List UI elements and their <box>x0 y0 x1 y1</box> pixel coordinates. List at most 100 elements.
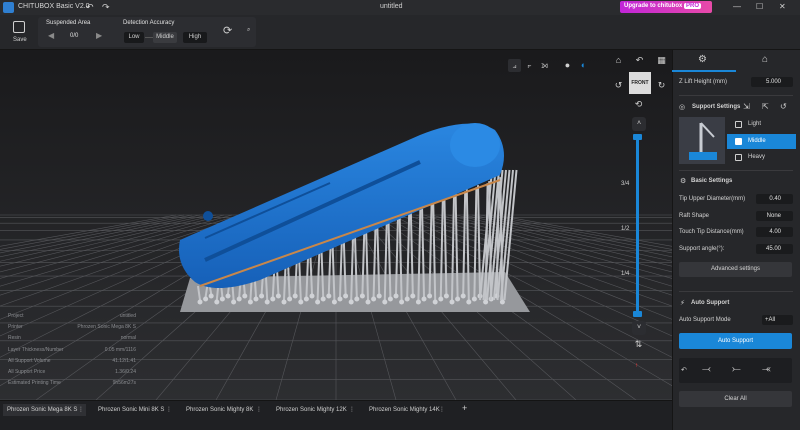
support-base <box>438 296 444 302</box>
support-tab-icon[interactable]: ⌂ <box>762 54 768 65</box>
viewport-3d[interactable]: Project untitled Printer Phrozen Sonic Mega… <box>0 50 672 400</box>
param-input[interactable]: 0.40 <box>756 194 793 204</box>
preset-light[interactable]: Light <box>727 117 796 132</box>
auto-support-mode-label: Auto Support Mode <box>679 317 731 323</box>
tab-menu-icon[interactable]: ⋮ <box>349 404 355 416</box>
reset-preset-icon[interactable]: ↺ <box>780 102 787 111</box>
info-label: All Support Price <box>8 369 46 375</box>
printer-tab-label: Phrozen Sonic Mini 8K S <box>98 407 165 413</box>
minimize-icon[interactable]: — <box>733 2 741 11</box>
axis-gizmo-icon: ⟊ <box>636 363 638 369</box>
param-input[interactable]: None <box>756 210 793 221</box>
param-label: Tip Upper Diameter(mm) <box>679 196 746 202</box>
printer-tab[interactable]: Phrozen Sonic Mighty 12K ⋮ <box>272 404 357 416</box>
front-view-cube[interactable]: FRONT <box>629 72 651 94</box>
refresh-icon[interactable]: ⟳ <box>223 24 232 37</box>
info-label: Layer Thickness/Number <box>8 346 64 353</box>
advanced-settings-button[interactable]: Advanced settings <box>679 262 792 277</box>
param-label: Touch Tip Distance(mm) <box>679 229 744 235</box>
z-lift-label: Z Lift Height (mm) <box>679 79 728 85</box>
tab-menu-icon[interactable]: ⋮ <box>439 404 445 416</box>
add-support-tool-icon[interactable]: ⤙ <box>702 363 711 376</box>
save-icon[interactable] <box>13 21 25 33</box>
clear-all-button[interactable]: Clear All <box>679 391 792 407</box>
param-input[interactable]: 45.00 <box>756 243 793 254</box>
sync-slider-icon[interactable]: ⇅ <box>632 338 645 351</box>
delete-support-tool-icon[interactable]: ⤛ <box>762 363 771 376</box>
support-base <box>404 296 410 302</box>
info-value: untitled <box>119 313 136 319</box>
accuracy-high[interactable]: High <box>183 32 207 43</box>
support-settings-icon: ◎ <box>679 104 686 111</box>
home-view-icon[interactable]: ⌂ <box>612 54 625 67</box>
shading-icon[interactable]: ● <box>561 59 574 72</box>
auto-support-mode-select[interactable]: +All <box>762 315 793 325</box>
cube-view-icon[interactable]: ▦ <box>655 54 668 67</box>
close-icon[interactable]: ✕ <box>779 2 786 11</box>
param-label: Raft Shape <box>679 212 710 219</box>
import-preset-icon[interactable]: ⇲ <box>743 102 750 111</box>
flip-icon[interactable]: ⟲ <box>632 98 645 111</box>
slider-down-button[interactable]: ˅ <box>632 321 646 335</box>
settings-tab-icon[interactable]: ⚙ <box>698 54 707 65</box>
maximize-icon[interactable]: ☐ <box>756 2 763 11</box>
document-title: untitled <box>380 3 403 10</box>
next-icon[interactable]: ▶ <box>96 31 102 40</box>
slider-up-button[interactable]: ˄ <box>632 117 646 131</box>
auto-support-icon: ⚡ <box>680 300 685 307</box>
support-base <box>376 293 382 299</box>
support-base <box>225 293 231 299</box>
upgrade-button[interactable]: Upgrade to chitubox PRO <box>620 1 712 13</box>
support-base <box>337 296 343 302</box>
support-base <box>320 296 326 302</box>
edit-support-tool-icon[interactable]: ⤚ <box>732 363 741 376</box>
printer-tab[interactable]: Phrozen Sonic Mini 8K S ⋮ <box>94 404 174 416</box>
search-icon[interactable]: ⌕ <box>247 27 250 34</box>
printer-tab[interactable]: Phrozen Sonic Mighty 14K ⋮ <box>365 404 447 416</box>
accuracy-low[interactable]: Low <box>124 32 144 43</box>
support-base <box>231 299 237 305</box>
tab-menu-icon[interactable]: ⋮ <box>256 404 262 416</box>
rotate-right-icon[interactable]: ↻ <box>655 79 668 92</box>
export-preset-icon[interactable]: ⇱ <box>762 102 769 111</box>
view-mode-solid-icon[interactable]: ⟓ <box>508 59 521 72</box>
param-input[interactable]: 4.00 <box>756 227 793 237</box>
redo-icon[interactable]: ↷ <box>102 2 110 13</box>
preset-checkbox[interactable] <box>735 121 742 128</box>
info-label: Project <box>8 313 24 319</box>
undo-view-icon[interactable]: ↶ <box>633 54 646 67</box>
printer-tab-label: Phrozen Sonic Mighty 12K <box>276 407 347 413</box>
auto-support-button[interactable]: Auto Support <box>679 333 792 349</box>
printer-tab[interactable]: Phrozen Sonic Mighty 8K ⋮ <box>182 404 264 416</box>
tool-undo-icon[interactable]: ↶ <box>681 366 687 374</box>
support-base <box>393 293 399 299</box>
view-mode-xray-icon[interactable]: ⟕ <box>538 59 551 72</box>
printer-tab[interactable]: Phrozen Sonic Mega 8K S ⋮ <box>3 404 86 416</box>
add-printer-tab-icon[interactable]: + <box>462 403 467 413</box>
support-settings-title: Support Settings <box>692 104 741 110</box>
layer-slider-bottom-knob[interactable] <box>633 311 642 317</box>
support-base <box>427 293 433 299</box>
preset-middle[interactable]: Middle <box>727 133 796 149</box>
z-lift-input[interactable]: 5.000 <box>751 77 793 87</box>
rotate-view-icon[interactable]: ◐ <box>577 59 590 72</box>
info-value: 41.12/1.41 <box>112 357 136 364</box>
support-base <box>415 299 421 305</box>
preset-heavy[interactable]: Heavy <box>727 150 796 165</box>
undo-icon[interactable]: ↶ <box>86 2 94 13</box>
support-base <box>270 296 276 302</box>
tab-menu-icon[interactable]: ⋮ <box>166 404 172 416</box>
prev-icon[interactable]: ◀ <box>48 31 54 40</box>
rotate-left-icon[interactable]: ↺ <box>612 79 625 92</box>
preset-checkbox[interactable] <box>735 154 742 161</box>
accuracy-middle[interactable]: Middle <box>153 32 177 43</box>
support-base <box>292 293 298 299</box>
support-base <box>443 293 449 299</box>
support-preview-image <box>679 117 725 164</box>
view-mode-wire-icon[interactable]: ⟔ <box>523 59 536 72</box>
save-label: Save <box>13 37 27 43</box>
layer-slider[interactable] <box>636 136 639 314</box>
preset-checkbox[interactable] <box>735 137 742 145</box>
tab-menu-icon[interactable]: ⋮ <box>78 404 84 416</box>
layer-slider-top-knob[interactable] <box>633 134 642 140</box>
